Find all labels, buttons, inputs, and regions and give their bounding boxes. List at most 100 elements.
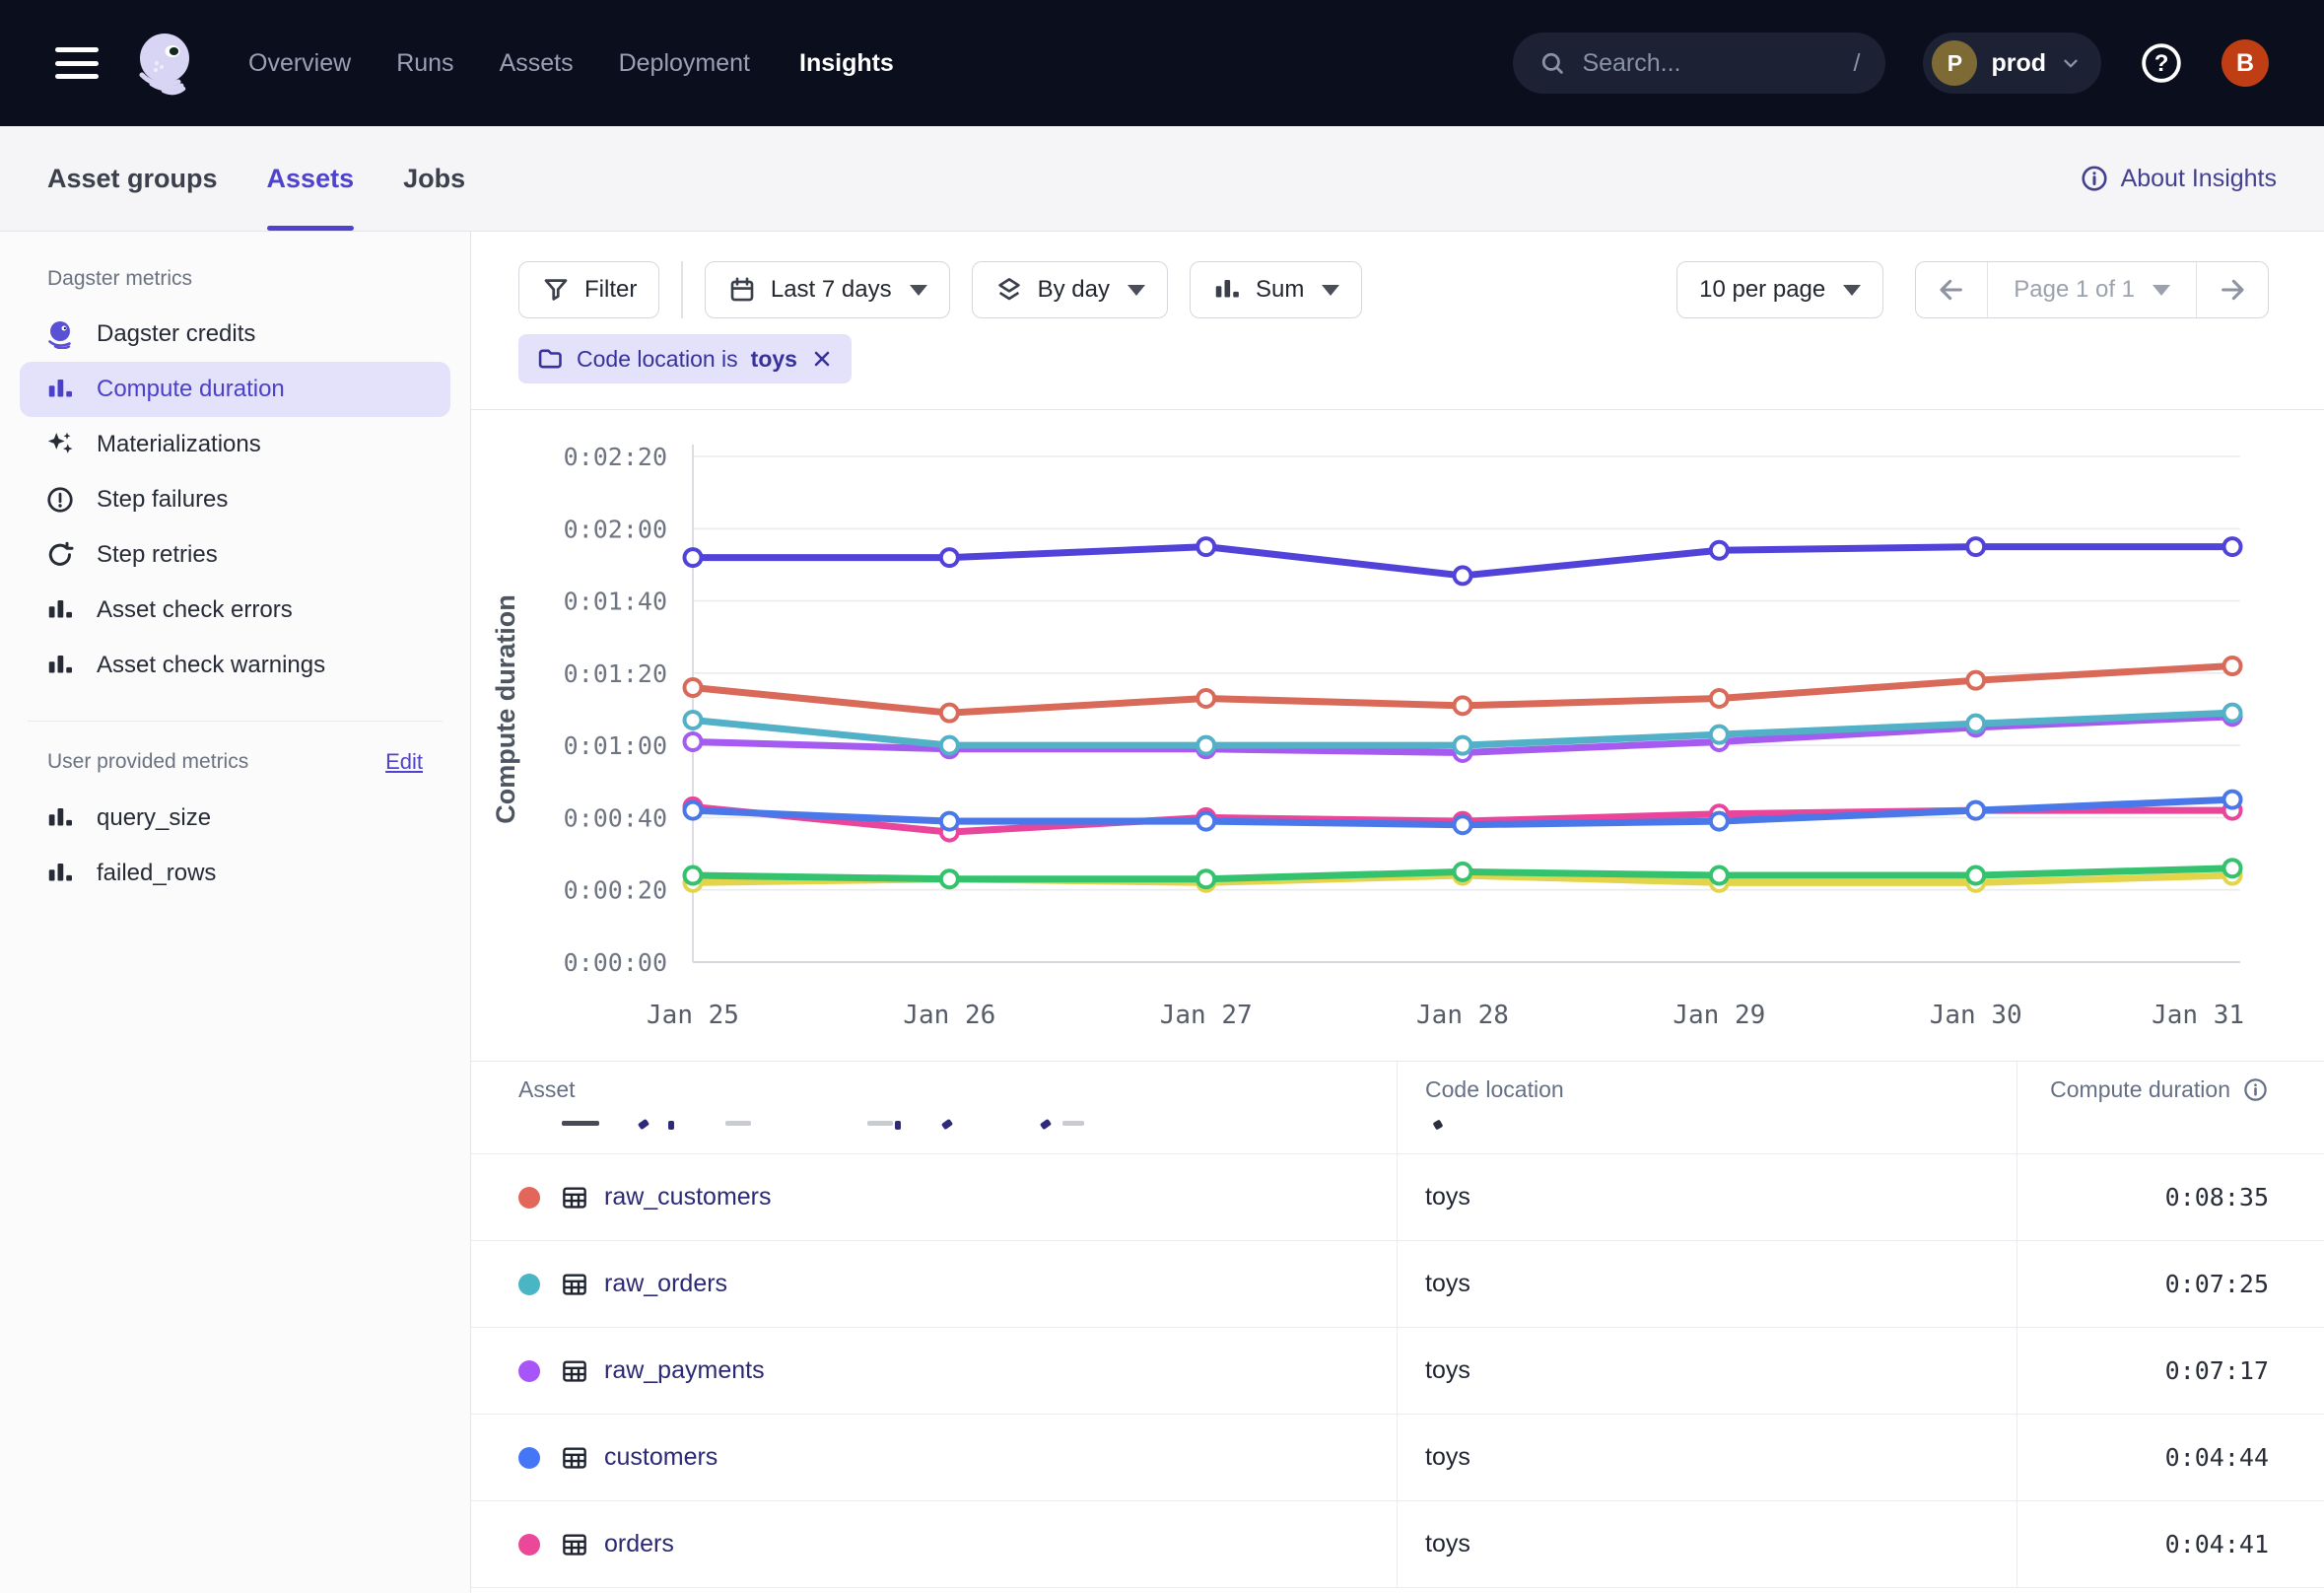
data-point-teal[interactable]: [685, 712, 702, 728]
data-point-green[interactable]: [1711, 867, 1728, 884]
sidebar-item-dagster-credits[interactable]: Dagster credits: [20, 307, 450, 362]
nav-item-assets[interactable]: Assets: [500, 49, 574, 78]
sidebar-item-asset-check-errors[interactable]: Asset check errors: [20, 583, 450, 638]
date-range-label: Last 7 days: [771, 276, 892, 304]
sidebar-item-step-retries[interactable]: Step retries: [20, 527, 450, 583]
data-point-green[interactable]: [1197, 870, 1214, 887]
workspace-switcher[interactable]: P prod: [1923, 33, 2101, 94]
data-point-blue[interactable]: [685, 802, 702, 819]
data-point-green[interactable]: [941, 870, 958, 887]
data-point-blue[interactable]: [941, 813, 958, 830]
nav-item-overview[interactable]: Overview: [248, 49, 351, 78]
data-point-indigo[interactable]: [1967, 538, 1984, 555]
table-grid-icon: [560, 1356, 589, 1386]
nav-item-insights-active[interactable]: Insights: [799, 49, 894, 78]
date-range-button[interactable]: Last 7 days: [705, 261, 950, 318]
data-point-blue[interactable]: [1967, 802, 1984, 819]
main-panel: Filter Last 7 days By day: [471, 232, 2324, 1593]
asset-link[interactable]: raw_customers: [604, 1183, 772, 1212]
nav-links: Overview Runs Assets Deployment Insights: [248, 49, 894, 78]
sidebar-item-materializations[interactable]: Materializations: [20, 417, 450, 472]
data-point-red[interactable]: [1455, 697, 1471, 714]
filter-label: Filter: [584, 276, 637, 304]
data-point-teal[interactable]: [2224, 705, 2241, 722]
caret-down-icon: [910, 285, 927, 296]
filter-chip-code-location[interactable]: Code location is toys: [518, 334, 852, 383]
tab-assets[interactable]: Assets: [267, 126, 355, 231]
nav-item-runs[interactable]: Runs: [396, 49, 453, 78]
next-page-button[interactable]: [2197, 262, 2268, 317]
data-point-indigo[interactable]: [685, 549, 702, 566]
search-input[interactable]: Search... /: [1513, 33, 1885, 94]
partially-scrolled-row[interactable]: [471, 1117, 2324, 1154]
hamburger-menu-icon[interactable]: [55, 47, 99, 79]
sidebar-item-compute-duration[interactable]: Compute duration: [20, 362, 450, 417]
table-row-raw_payments: raw_payments toys 0:07:17: [471, 1328, 2324, 1415]
nav-item-deployment[interactable]: Deployment: [619, 49, 750, 78]
aggregation-button[interactable]: Sum: [1190, 261, 1362, 318]
data-point-green[interactable]: [1967, 867, 1984, 884]
asset-link[interactable]: raw_payments: [604, 1356, 765, 1385]
sidebar-item-query_size[interactable]: query_size: [20, 791, 450, 846]
tab-asset-groups[interactable]: Asset groups: [47, 126, 218, 231]
data-point-red[interactable]: [1967, 672, 1984, 689]
data-point-teal[interactable]: [941, 737, 958, 754]
data-point-indigo[interactable]: [1711, 542, 1728, 559]
filter-button[interactable]: Filter: [518, 261, 659, 318]
sidebar-section-label: User provided metrics: [47, 750, 248, 774]
data-point-teal[interactable]: [1967, 716, 1984, 732]
data-point-green[interactable]: [2224, 860, 2241, 876]
close-icon[interactable]: [810, 347, 834, 371]
data-point-red[interactable]: [941, 705, 958, 722]
data-point-indigo[interactable]: [1455, 567, 1471, 584]
edit-metrics-link[interactable]: Edit: [385, 749, 423, 775]
dagster-octopus-icon: [45, 319, 75, 349]
search-placeholder: Search...: [1582, 49, 1837, 78]
data-point-red[interactable]: [2224, 658, 2241, 674]
duration-value: 0:04:41: [2165, 1530, 2269, 1558]
data-point-blue[interactable]: [1197, 813, 1214, 830]
line-chart[interactable]: 0:00:000:00:200:00:400:01:000:01:200:01:…: [471, 410, 2324, 1061]
data-point-blue[interactable]: [1455, 816, 1471, 833]
sidebar-item-step-failures[interactable]: Step failures: [20, 472, 450, 527]
data-point-red[interactable]: [685, 679, 702, 696]
data-point-indigo[interactable]: [941, 549, 958, 566]
dagster-logo-icon[interactable]: [132, 30, 199, 97]
per-page-button[interactable]: 10 per page: [1676, 261, 1883, 318]
col-code-location: Code location: [1425, 1076, 1564, 1103]
table-header: Asset Code location Compute duration: [471, 1062, 2324, 1117]
filter-chip-value: toys: [751, 346, 797, 373]
clipped-text-fragment: [1040, 1119, 1052, 1130]
page-indicator[interactable]: Page 1 of 1: [1987, 262, 2197, 317]
sidebar-item-failed_rows[interactable]: failed_rows: [20, 846, 450, 901]
data-point-indigo[interactable]: [2224, 538, 2241, 555]
asset-link[interactable]: orders: [604, 1530, 674, 1558]
about-insights-button[interactable]: About Insights: [2080, 126, 2277, 231]
per-page-label: 10 per page: [1699, 276, 1825, 304]
col-compute-duration: Compute duration: [2050, 1076, 2230, 1103]
sidebar-item-label: query_size: [97, 804, 211, 832]
user-avatar[interactable]: B: [2221, 39, 2269, 87]
sidebar-item-label: failed_rows: [97, 860, 216, 887]
data-point-indigo[interactable]: [1197, 538, 1214, 555]
data-point-blue[interactable]: [1711, 813, 1728, 830]
group-by-button[interactable]: By day: [972, 261, 1168, 318]
y-tick-label: 0:00:20: [564, 876, 667, 905]
data-point-teal[interactable]: [1711, 727, 1728, 743]
data-point-red[interactable]: [1711, 690, 1728, 707]
prev-page-button[interactable]: [1916, 262, 1987, 317]
data-point-green[interactable]: [1455, 864, 1471, 880]
sidebar-item-asset-check-warnings[interactable]: Asset check warnings: [20, 638, 450, 693]
arrow-right-icon: [2217, 274, 2248, 306]
data-point-red[interactable]: [1197, 690, 1214, 707]
data-point-green[interactable]: [685, 867, 702, 884]
help-icon[interactable]: ?: [2139, 40, 2184, 86]
data-point-teal[interactable]: [1455, 737, 1471, 754]
data-point-blue[interactable]: [2224, 792, 2241, 808]
code-location-value: toys: [1425, 1183, 1470, 1212]
tab-jobs[interactable]: Jobs: [403, 126, 465, 231]
asset-link[interactable]: raw_orders: [604, 1270, 727, 1298]
asset-link[interactable]: customers: [604, 1443, 718, 1472]
data-point-purple[interactable]: [685, 733, 702, 750]
data-point-teal[interactable]: [1197, 737, 1214, 754]
